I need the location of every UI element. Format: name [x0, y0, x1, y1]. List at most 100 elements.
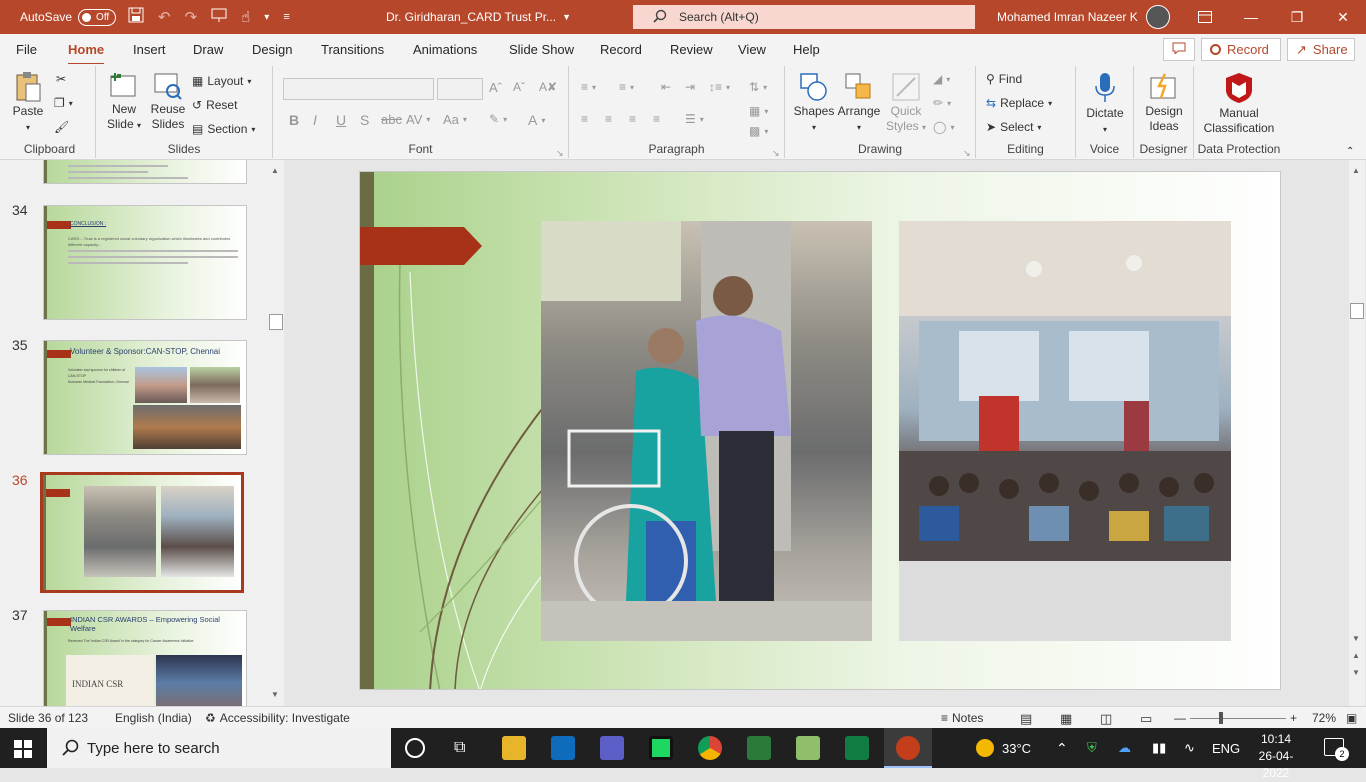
tab-home[interactable]: Home — [68, 42, 105, 66]
share-button[interactable]: ↗ Share — [1287, 38, 1355, 61]
shapes-button[interactable]: Shapes ▾ — [793, 72, 835, 135]
tab-transitions[interactable]: Transitions — [321, 42, 384, 57]
user-name[interactable]: Mohamed Imran Nazeer K — [997, 0, 1138, 34]
clock[interactable]: 10:14 26-04-2022 — [1248, 731, 1304, 782]
excel-icon[interactable] — [845, 736, 869, 760]
scroll-thumb[interactable] — [269, 314, 283, 330]
increase-font-icon[interactable]: Aˆ — [489, 80, 502, 95]
slide-thumbnail-33[interactable] — [43, 160, 247, 184]
qat-more-icon[interactable]: ▾ — [264, 12, 269, 23]
scroll-up-icon[interactable]: ▲ — [1352, 166, 1360, 175]
editor-scrollbar[interactable]: ▲ ▼ ▲ ▼ — [1349, 160, 1365, 706]
slide-thumbnail-37[interactable]: INDIAN CSR AWARDS – Empowering Social We… — [43, 610, 247, 706]
paste-button[interactable]: Paste ▾ — [10, 72, 46, 135]
reading-view-icon[interactable]: ◫ — [1100, 711, 1112, 727]
dictate-button[interactable]: Dictate ▾ — [1080, 72, 1130, 137]
avatar[interactable] — [1146, 5, 1170, 29]
onedrive-icon[interactable]: ☁ — [1118, 728, 1131, 768]
design-ideas-button[interactable]: Design Ideas — [1138, 72, 1190, 134]
align-right-icon[interactable]: ≡ — [629, 112, 636, 126]
reuse-slides-button[interactable]: Reuse Slides — [148, 72, 188, 132]
italic-icon[interactable]: I — [313, 112, 317, 128]
font-name-combo[interactable] — [283, 78, 434, 100]
customize-qat-icon[interactable]: ≡ — [283, 11, 289, 23]
cortana-icon[interactable] — [405, 738, 425, 758]
slide-thumbnail-pane[interactable]: 34 CONCLUSION : CARD – Trust is a regist… — [0, 160, 284, 706]
next-slide-icon[interactable]: ▼ — [1352, 668, 1360, 677]
excel-chart-icon[interactable] — [796, 736, 820, 760]
section-button[interactable]: ▤ Section ▾ — [192, 122, 255, 136]
windows-start-icon[interactable] — [14, 740, 32, 761]
notification-icon[interactable]: 2 — [1324, 738, 1349, 761]
underline-icon[interactable]: U — [336, 112, 346, 128]
chrome-icon[interactable] — [698, 736, 722, 760]
shape-fill-icon[interactable]: ◢ ▾ — [933, 72, 950, 86]
close-icon[interactable]: ✕ — [1320, 0, 1366, 34]
quick-styles-button[interactable]: Quick Styles ▾ — [885, 72, 927, 135]
char-spacing-icon[interactable]: AV ▾ — [406, 112, 430, 127]
scroll-up-icon[interactable]: ▲ — [271, 166, 279, 175]
zoom-out-icon[interactable]: — — [1174, 711, 1186, 725]
font-size-combo[interactable] — [437, 78, 483, 100]
undo-icon[interactable]: ↶ — [158, 8, 171, 26]
shadow-icon[interactable]: S — [360, 112, 369, 128]
reset-button[interactable]: ↺ Reset — [192, 98, 237, 112]
clear-formatting-icon[interactable]: A✘ — [539, 80, 557, 94]
battery-icon[interactable]: ▮▮ — [1152, 728, 1166, 768]
smartart-icon[interactable]: ▩ ▾ — [749, 124, 768, 138]
minimize-icon[interactable]: — — [1228, 0, 1274, 34]
layout-button[interactable]: ▦ Layout ▾ — [192, 74, 251, 88]
cut-icon[interactable]: ✂ — [56, 72, 66, 86]
tab-help[interactable]: Help — [793, 42, 820, 57]
slide-thumbnail-35[interactable]: Volunteer & Sponsor:CAN-STOP, Chennai Vo… — [43, 340, 247, 455]
save-icon[interactable] — [128, 7, 144, 27]
wifi-icon[interactable]: ∿ — [1184, 728, 1195, 768]
change-case-icon[interactable]: Aa ▾ — [443, 112, 467, 127]
tab-draw[interactable]: Draw — [193, 42, 223, 57]
tab-insert[interactable]: Insert — [133, 42, 166, 57]
powerpoint-taskbar-button[interactable] — [884, 728, 932, 768]
new-slide-button[interactable]: New Slide ▾ — [104, 72, 144, 133]
tab-design[interactable]: Design — [252, 42, 292, 57]
input-language[interactable]: ENG — [1212, 728, 1240, 768]
weather-widget[interactable]: 33°C — [976, 728, 1031, 768]
select-button[interactable]: ➤ Select ▾ — [986, 120, 1041, 134]
slide-canvas[interactable] — [359, 171, 1281, 690]
restore-icon[interactable]: ❐ — [1274, 0, 1320, 34]
justify-icon[interactable]: ≡ — [653, 112, 660, 126]
slide-thumbnail-34[interactable]: CONCLUSION : CARD – Trust is a registere… — [43, 205, 247, 320]
photo-children-group[interactable] — [899, 221, 1231, 641]
pycharm-icon[interactable] — [649, 736, 673, 760]
touch-mode-icon[interactable]: ☝ — [241, 8, 250, 26]
tab-view[interactable]: View — [738, 42, 766, 57]
search-box[interactable]: Search (Alt+Q) — [633, 5, 975, 29]
tab-file[interactable]: File — [16, 42, 37, 57]
font-color-icon[interactable]: A ▾ — [528, 112, 545, 128]
file-explorer-icon[interactable] — [502, 736, 526, 760]
snipping-tool-icon[interactable] — [747, 736, 771, 760]
normal-view-icon[interactable]: ▤ — [1020, 711, 1032, 727]
shape-outline-icon[interactable]: ✏ ▾ — [933, 96, 951, 110]
autosave-group[interactable]: AutoSave Off — [20, 0, 117, 34]
autosave-toggle[interactable]: Off — [78, 8, 117, 26]
taskbar-search[interactable]: Type here to search — [47, 728, 391, 768]
presenter-icon[interactable] — [211, 7, 227, 27]
copy-icon[interactable]: ❐ ▾ — [54, 96, 73, 110]
ribbon-display-icon[interactable] — [1182, 0, 1228, 34]
zoom-slider-track[interactable] — [1190, 718, 1286, 719]
slide-show-icon[interactable]: ▭ — [1140, 711, 1152, 727]
document-title[interactable]: Dr. Giridharan_CARD Trust Pr... ▼ — [386, 0, 571, 34]
fit-to-window-icon[interactable]: ▣ — [1346, 711, 1357, 725]
strikethrough-icon[interactable]: abc — [381, 112, 402, 127]
slide-sorter-icon[interactable]: ▦ — [1060, 711, 1072, 727]
scroll-thumb[interactable] — [1350, 303, 1364, 319]
comments-button[interactable] — [1163, 38, 1195, 61]
task-view-icon[interactable]: ⧉ — [454, 739, 465, 757]
format-painter-icon[interactable]: 🖌 — [54, 120, 69, 134]
zoom-slider-thumb[interactable] — [1219, 712, 1223, 724]
scroll-down-icon[interactable]: ▼ — [1352, 634, 1360, 643]
collapse-ribbon-icon[interactable]: ⌃ — [1346, 146, 1354, 157]
numbering-icon[interactable]: ≡ ▾ — [619, 80, 634, 94]
zoom-in-icon[interactable]: + — [1290, 711, 1297, 725]
photo-volunteer-cycle[interactable] — [541, 221, 872, 641]
